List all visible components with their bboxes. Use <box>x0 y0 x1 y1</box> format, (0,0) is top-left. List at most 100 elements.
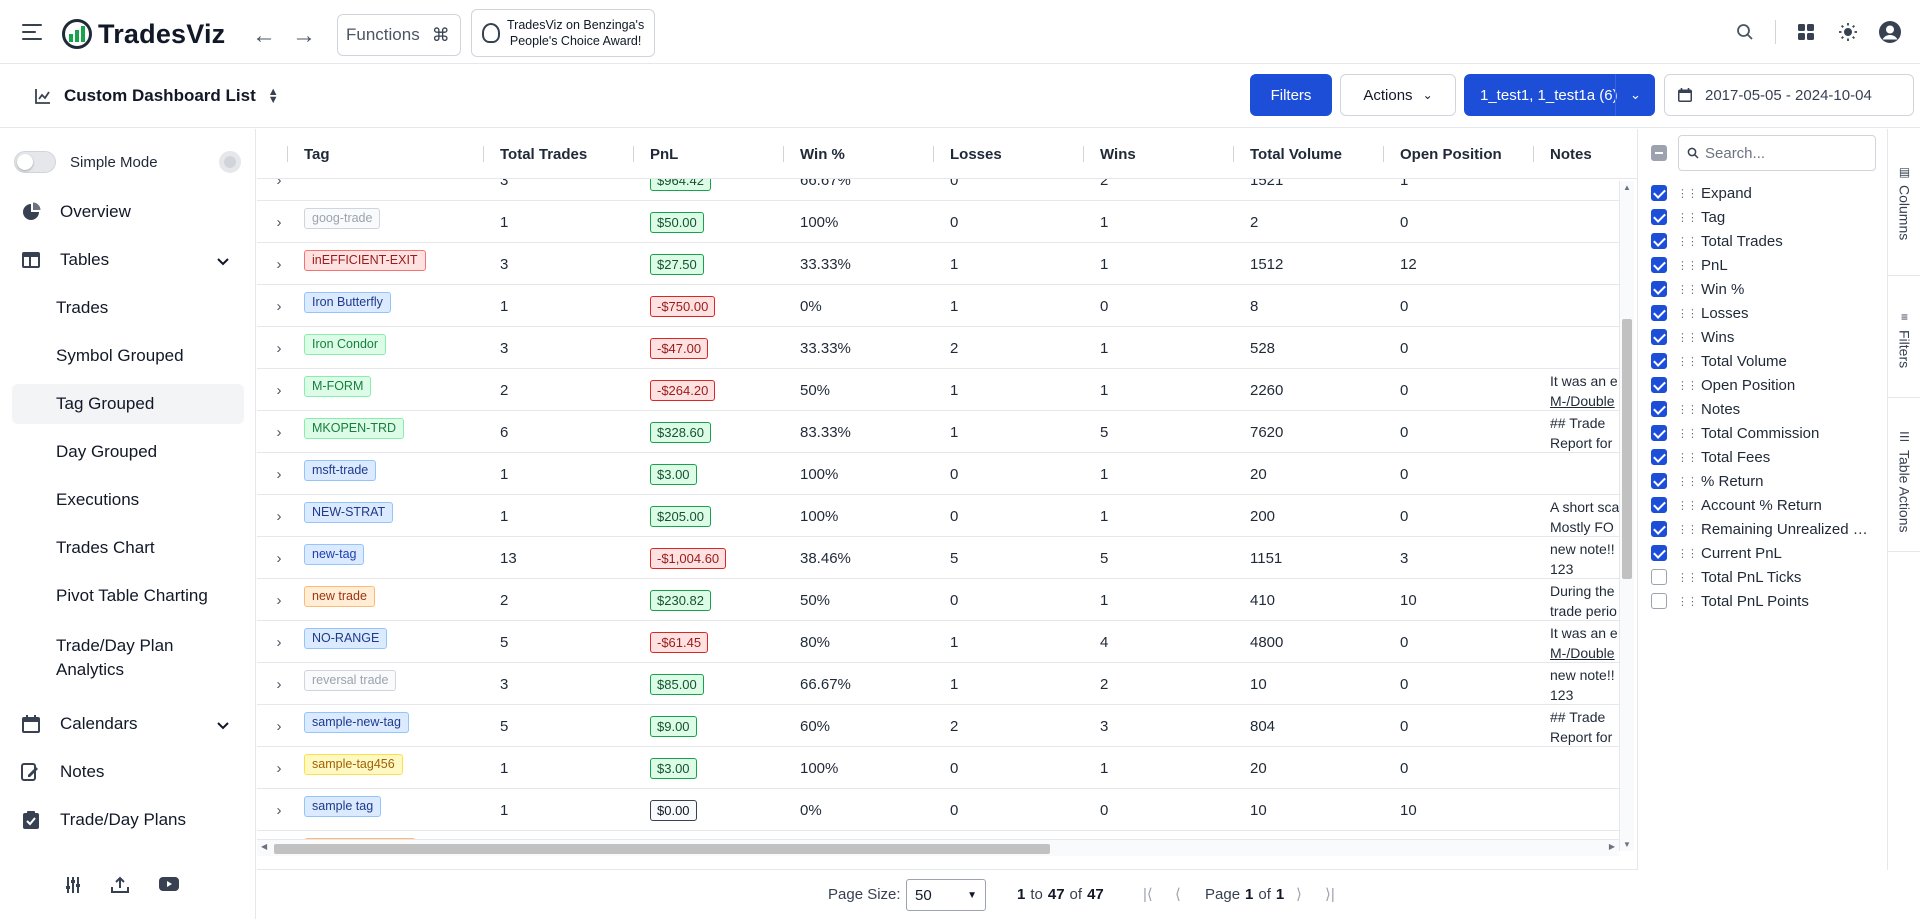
expand-chevron-icon[interactable]: › <box>267 747 291 789</box>
column-toggle-item[interactable]: ⋮⋮ Account % Return <box>1651 493 1822 517</box>
table-row[interactable]: › 3 $964.42 66.67% 0 2 1521 1 <box>257 179 1622 201</box>
table-row[interactable]: › sample-tag456 $3.00 1 100% 0 1 20 0 <box>257 747 1622 789</box>
column-checkbox[interactable] <box>1651 305 1667 321</box>
first-page-icon[interactable]: |⟨ <box>1143 885 1153 903</box>
page-size-select[interactable]: 50 ▼ <box>906 879 986 911</box>
table-row[interactable]: › new-tag -$1,004.60 13 38.46% 5 5 1151 3 new not… <box>257 537 1622 579</box>
drag-handle-icon[interactable]: ⋮⋮ <box>1677 259 1698 272</box>
expand-chevron-icon[interactable]: › <box>267 179 291 201</box>
column-checkbox[interactable] <box>1651 593 1667 609</box>
table-row[interactable]: › MKOPEN-TRD $328.60 6 83.33% 1 5 7620 0 ## Trade… <box>257 411 1622 453</box>
tab-filters[interactable]: ≡ Filters <box>1888 276 1920 398</box>
drag-handle-icon[interactable]: ⋮⋮ <box>1677 427 1698 440</box>
drag-handle-icon[interactable]: ⋮⋮ <box>1677 307 1698 320</box>
table-row[interactable]: › sample tag $0.00 1 0% 0 0 10 10 <box>257 789 1622 831</box>
horizontal-scroll-thumb[interactable] <box>274 844 1050 854</box>
column-toggle-item[interactable]: ⋮⋮% Return <box>1651 469 1764 493</box>
column-toggle-item[interactable]: ⋮⋮ Expand <box>1651 181 1752 205</box>
drag-handle-icon[interactable]: ⋮⋮ <box>1677 547 1698 560</box>
drag-handle-icon[interactable]: ⋮⋮ <box>1677 187 1698 200</box>
column-checkbox[interactable] <box>1651 353 1667 369</box>
column-search-input[interactable]: Search... <box>1678 135 1876 171</box>
column-checkbox[interactable] <box>1651 377 1667 393</box>
expand-chevron-icon[interactable]: › <box>267 453 291 495</box>
sidebar-item-tag-grouped[interactable]: Tag Grouped <box>12 384 244 424</box>
previous-page-icon[interactable]: ⟨ <box>1175 885 1181 903</box>
table-row[interactable]: › M-FORM -$264.20 2 50% 1 1 2260 0 It was an e M-/… <box>257 369 1622 411</box>
column-toggle-item[interactable]: ⋮⋮ Open Position <box>1651 373 1795 397</box>
drag-handle-icon[interactable]: ⋮⋮ <box>1677 379 1698 392</box>
drag-handle-icon[interactable]: ⋮⋮ <box>1677 211 1698 224</box>
table-row[interactable]: › NEW-STRAT $205.00 1 100% 0 1 200 0 A short sca M… <box>257 495 1622 537</box>
expand-chevron-icon[interactable]: › <box>267 369 291 411</box>
filters-button[interactable]: Filters <box>1250 74 1332 116</box>
tab-columns[interactable]: ▤ Columns <box>1888 129 1920 276</box>
table-row[interactable]: › NO-RANGE -$61.45 5 80% 1 4 4800 0 It was an e M-… <box>257 621 1622 663</box>
expand-chevron-icon[interactable]: › <box>267 495 291 537</box>
sidebar-item-symbol-grouped[interactable]: Symbol Grouped <box>12 336 244 376</box>
column-header-tag[interactable]: Tag <box>304 129 330 179</box>
column-checkbox[interactable] <box>1651 497 1667 513</box>
table-row[interactable]: › new trade $230.82 2 50% 0 1 410 10 During the tr… <box>257 579 1622 621</box>
vertical-scrollbar[interactable]: ▲ ▼ <box>1619 181 1634 851</box>
table-row[interactable]: › sample-new-tag $9.00 5 60% 2 3 804 0 ## Trade Re… <box>257 705 1622 747</box>
table-row[interactable]: › SAMPLE TRADE $2,456.60 1 100% 0 1 16000 0 <box>257 831 1622 839</box>
drag-handle-icon[interactable]: ⋮⋮ <box>1677 499 1698 512</box>
column-toggle-item[interactable]: ⋮⋮ PnL <box>1651 253 1728 277</box>
column-header-pnl[interactable]: PnL <box>650 129 678 179</box>
expand-chevron-icon[interactable]: › <box>267 705 291 747</box>
drag-handle-icon[interactable]: ⋮⋮ <box>1677 595 1698 608</box>
simple-mode-toggle[interactable] <box>14 151 56 173</box>
expand-chevron-icon[interactable]: › <box>267 201 291 243</box>
column-header-total-trades[interactable]: Total Trades <box>500 129 587 179</box>
column-header-open-position[interactable]: Open Position <box>1400 129 1502 179</box>
upload-icon[interactable] <box>110 876 130 899</box>
column-checkbox[interactable] <box>1651 185 1667 201</box>
column-checkbox[interactable] <box>1651 257 1667 273</box>
app-logo[interactable]: TradesViz <box>62 18 225 50</box>
drag-handle-icon[interactable]: ⋮⋮ <box>1677 355 1698 368</box>
column-header-wins[interactable]: Wins <box>1100 129 1136 179</box>
sidebar-item-trades-chart[interactable]: Trades Chart <box>12 528 244 568</box>
column-checkbox[interactable] <box>1651 281 1667 297</box>
sidebar-item-trades[interactable]: Trades <box>12 288 244 328</box>
column-toggle-item[interactable]: ⋮⋮ Win % <box>1651 277 1744 301</box>
forward-arrow-icon[interactable]: → <box>292 22 316 50</box>
sidebar-item-day-grouped[interactable]: Day Grouped <box>12 432 244 472</box>
award-badge[interactable]: TradesViz on Benzinga's People's Choice … <box>471 9 655 57</box>
column-header-total-volume[interactable]: Total Volume <box>1250 129 1342 179</box>
last-page-icon[interactable]: ⟩| <box>1325 885 1335 903</box>
column-toggle-item[interactable]: ⋮⋮ Total PnL Ticks <box>1651 565 1801 589</box>
table-row[interactable]: › Iron Condor -$47.00 3 33.33% 2 1 528 0 <box>257 327 1622 369</box>
column-checkbox[interactable] <box>1651 569 1667 585</box>
column-toggle-item[interactable]: ⋮⋮ Tag <box>1651 205 1725 229</box>
sidebar-item-tables[interactable]: Tables <box>12 240 244 280</box>
search-icon[interactable] <box>1733 20 1757 44</box>
column-checkbox[interactable] <box>1651 329 1667 345</box>
expand-chevron-icon[interactable]: › <box>267 243 291 285</box>
column-checkbox[interactable] <box>1651 209 1667 225</box>
expand-chevron-icon[interactable]: › <box>267 537 291 579</box>
column-header-notes[interactable]: Notes <box>1550 129 1592 179</box>
expand-chevron-icon[interactable]: › <box>267 579 291 621</box>
column-toggle-item[interactable]: ⋮⋮ Total Trades <box>1651 229 1783 253</box>
column-header-win-pct[interactable]: Win % <box>800 129 845 179</box>
apps-grid-icon[interactable] <box>1794 20 1818 44</box>
menu-icon[interactable] <box>22 24 42 42</box>
drag-handle-icon[interactable]: ⋮⋮ <box>1677 571 1698 584</box>
column-checkbox[interactable] <box>1651 545 1667 561</box>
expand-chevron-icon[interactable]: › <box>267 411 291 453</box>
column-toggle-item[interactable]: ⋮⋮ Losses <box>1651 301 1749 325</box>
vertical-scroll-thumb[interactable] <box>1622 319 1632 579</box>
user-avatar-icon[interactable] <box>1878 20 1902 44</box>
expand-chevron-icon[interactable]: › <box>267 621 291 663</box>
sidebar-item-notes[interactable]: Notes <box>12 752 244 792</box>
expand-chevron-icon[interactable]: › <box>267 663 291 705</box>
expand-chevron-icon[interactable]: › <box>267 327 291 369</box>
horizontal-scrollbar[interactable]: ◀ ▶ <box>257 839 1619 856</box>
drag-handle-icon[interactable]: ⋮⋮ <box>1677 235 1698 248</box>
sidebar-item-trade-day-plans[interactable]: Trade/Day Plans <box>12 800 244 840</box>
select-all-columns-checkbox[interactable] <box>1651 145 1667 161</box>
column-checkbox[interactable] <box>1651 425 1667 441</box>
expand-chevron-icon[interactable]: › <box>267 285 291 327</box>
